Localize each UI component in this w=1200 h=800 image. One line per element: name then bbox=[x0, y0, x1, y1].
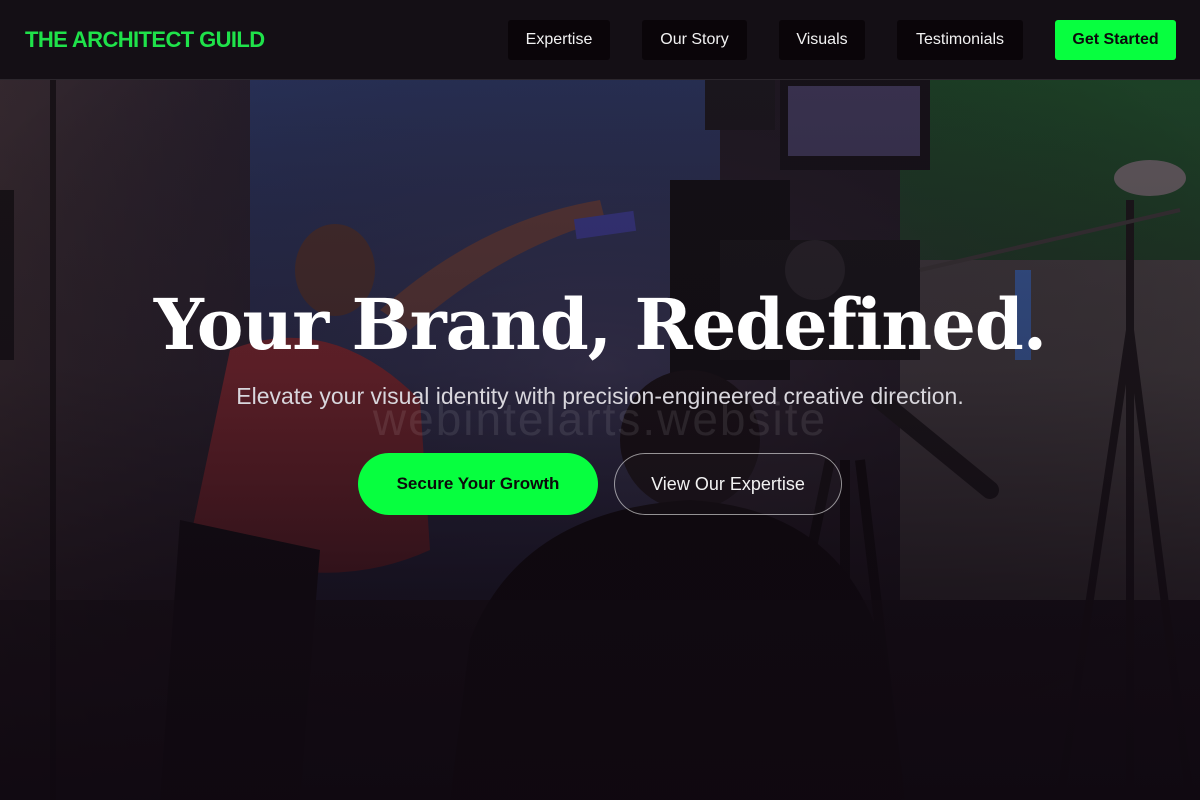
hero-subtitle: Elevate your visual identity with precis… bbox=[236, 383, 964, 409]
brand-logo[interactable]: THE ARCHITECT GUILD bbox=[25, 27, 265, 53]
nav-item-testimonials[interactable]: Testimonials bbox=[897, 20, 1023, 60]
hero-headline: Your Brand, Redefined. bbox=[153, 283, 1047, 366]
nav-item-our-story[interactable]: Our Story bbox=[642, 20, 747, 60]
hero-section: webintelarts.website Your Brand, Redefin… bbox=[0, 80, 1200, 800]
nav-item-visuals[interactable]: Visuals bbox=[779, 20, 865, 60]
secure-growth-button[interactable]: Secure Your Growth bbox=[358, 453, 598, 515]
view-expertise-button[interactable]: View Our Expertise bbox=[614, 453, 842, 515]
site-header: THE ARCHITECT GUILD Expertise Our Story … bbox=[0, 0, 1200, 80]
get-started-button[interactable]: Get Started bbox=[1055, 20, 1176, 60]
nav-item-expertise[interactable]: Expertise bbox=[508, 20, 610, 60]
